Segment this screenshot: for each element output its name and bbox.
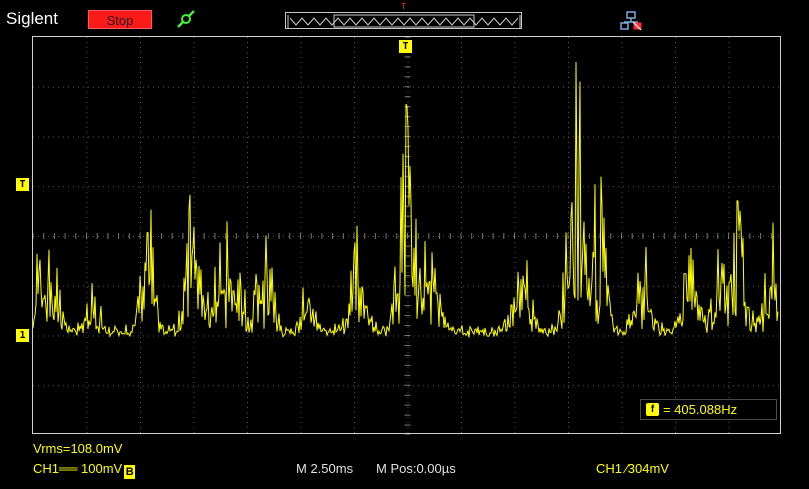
vrms-readout: Vrms=108.0mV (33, 441, 123, 456)
trigger-top-marker: T (401, 2, 406, 11)
top-bar: Siglent Stop T (0, 0, 809, 34)
bandwidth-limit-icon: B (124, 465, 136, 479)
timebase-window-icon (285, 12, 522, 29)
graticule-dots (33, 37, 779, 435)
trigger-position-marker[interactable]: T (399, 40, 412, 53)
mpos-readout[interactable]: M Pos:0.00µs (376, 461, 456, 476)
probe-icon (177, 10, 195, 28)
brand-label: Siglent (6, 9, 58, 28)
waveform-display[interactable] (32, 36, 781, 435)
channel1-ground-marker[interactable]: 1 (16, 329, 29, 342)
trigger-level-marker[interactable]: T (16, 178, 29, 191)
run-stop-button[interactable]: Stop (88, 10, 152, 29)
frequency-readout: f = 405.088Hz (640, 399, 777, 420)
network-disconnected-icon (620, 11, 642, 31)
timebase-readout[interactable]: M 2.50ms (296, 461, 353, 476)
ch1-scale-readout[interactable]: CH1══ 100mV B (33, 461, 136, 479)
frequency-icon: f (646, 403, 659, 416)
graticule (33, 37, 779, 435)
ch1-scale-text: CH1══ 100mV (33, 461, 123, 476)
trigger-readout[interactable]: CH1 ∕304mV (596, 461, 669, 476)
frequency-value: = 405.088Hz (663, 402, 738, 417)
